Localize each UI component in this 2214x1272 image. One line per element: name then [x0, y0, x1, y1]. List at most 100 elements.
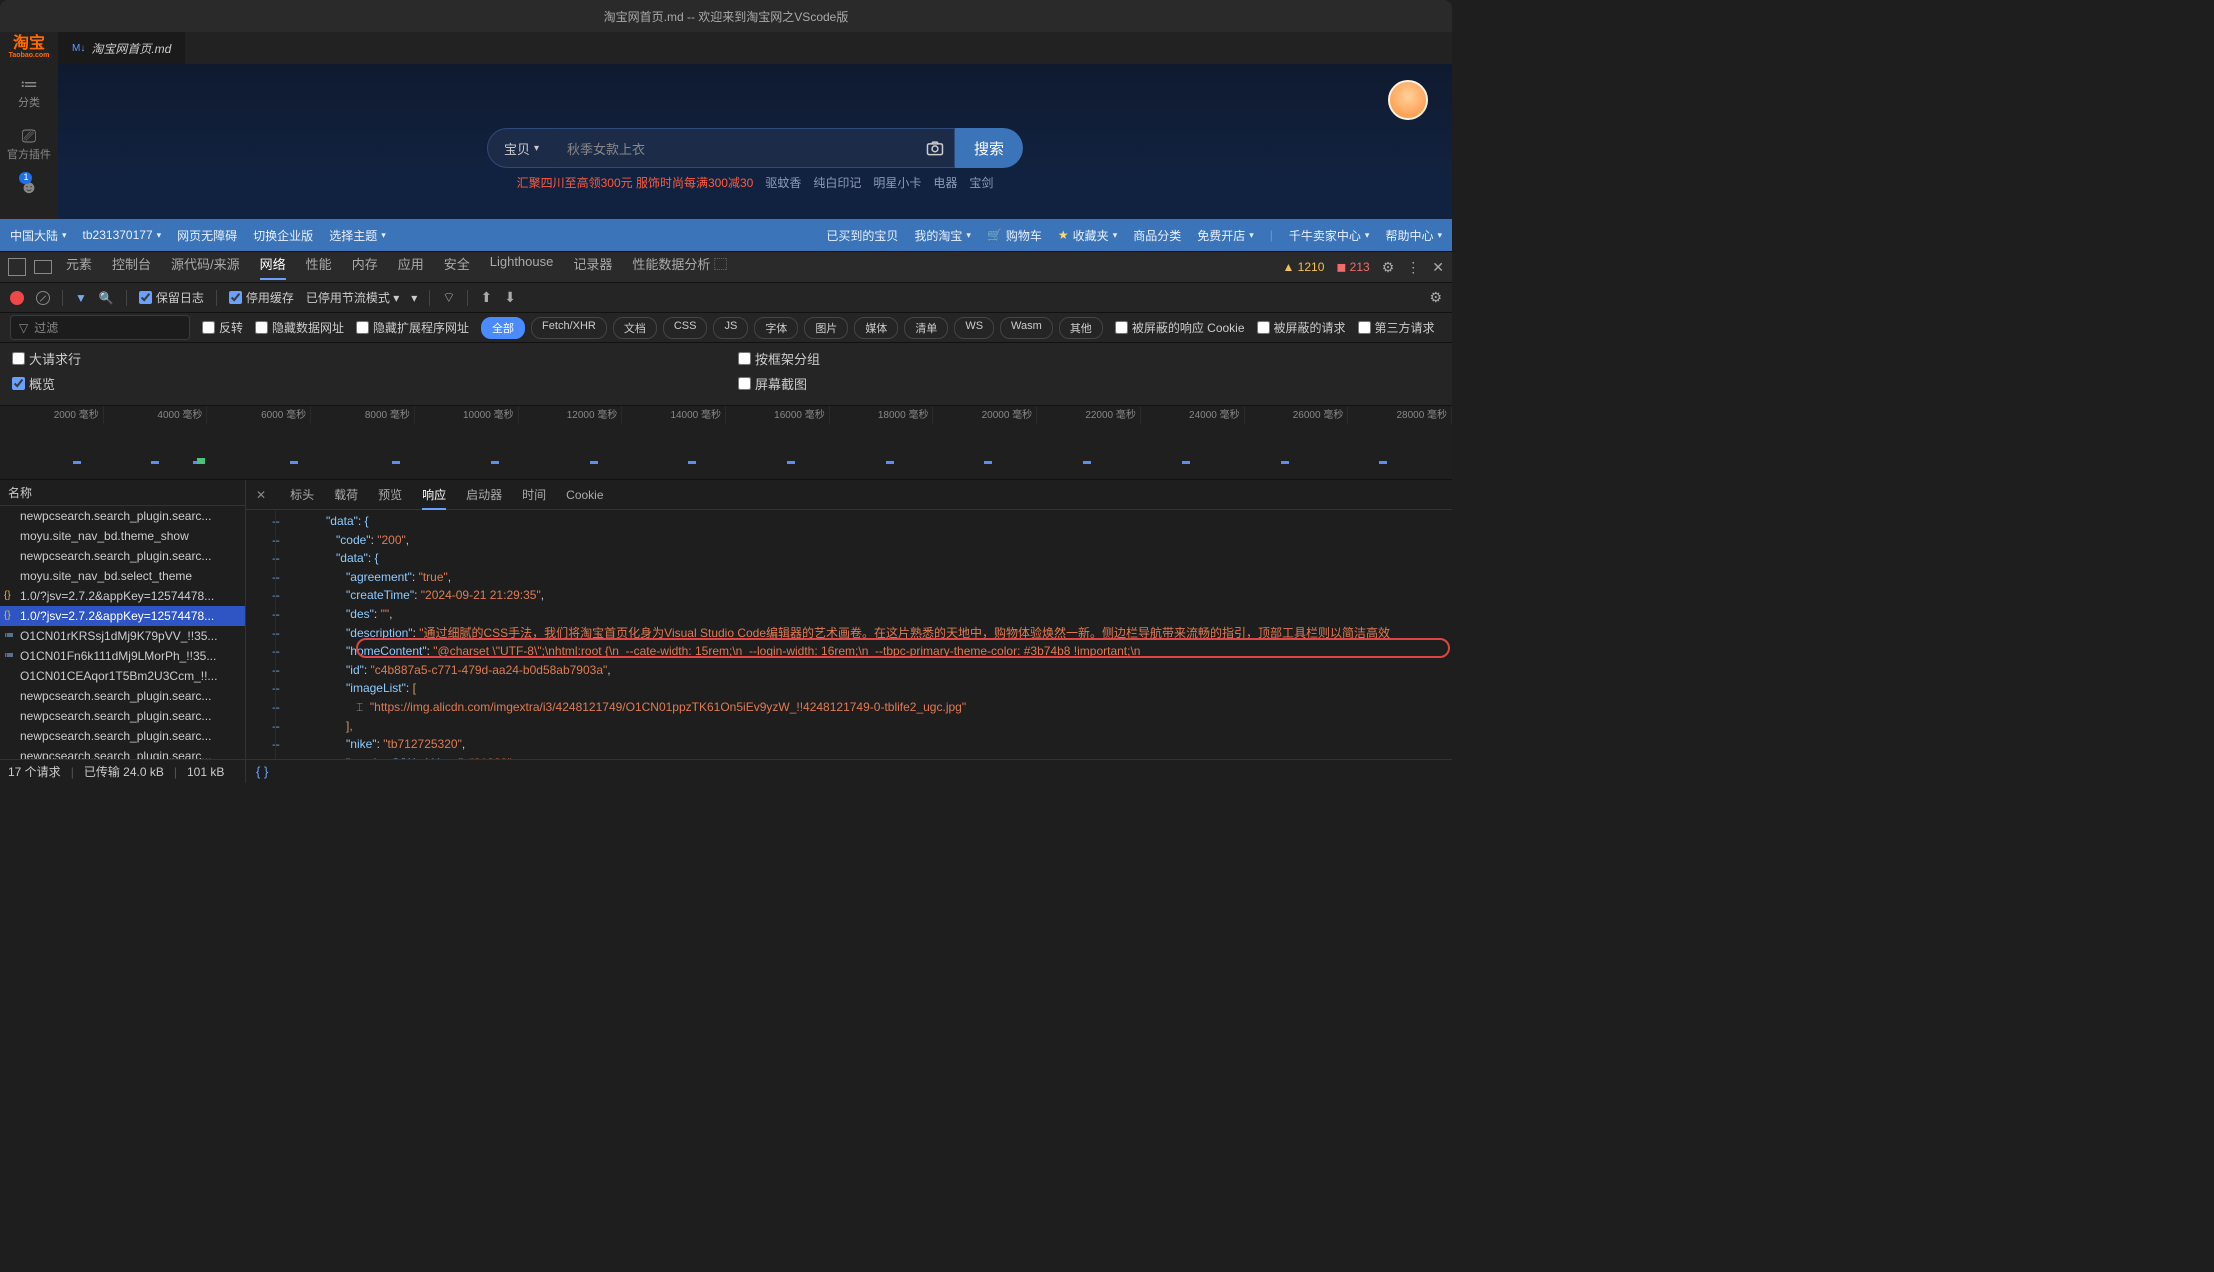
hide-data-urls-checkbox[interactable]: 隐藏数据网址	[255, 319, 344, 336]
record-icon[interactable]	[10, 291, 24, 305]
more-icon[interactable]: ⋮	[1406, 259, 1420, 276]
sidebar-item-category[interactable]: ≔ 分类	[18, 73, 40, 111]
sidebar-item-plugins[interactable]: ⎚ 官方插件	[7, 125, 51, 163]
blocked-cookie-checkbox[interactable]: 被屏蔽的响应 Cookie	[1115, 319, 1245, 336]
type-filter-字体[interactable]: 字体	[754, 317, 798, 339]
request-row[interactable]: newpcsearch.search_plugin.searc...	[0, 706, 245, 726]
request-row[interactable]: ≔O1CN01Fn6k111dMj9LMorPh_!!35...	[0, 646, 245, 666]
search-icon[interactable]: 🔍	[99, 291, 114, 305]
network-settings-icon[interactable]: ⚙	[1429, 289, 1442, 306]
nav-help[interactable]: 帮助中心▾	[1385, 227, 1442, 244]
editor-tab[interactable]: M↓ 淘宝网首页.md	[58, 32, 185, 64]
nav-region[interactable]: 中国大陆▾	[10, 227, 67, 244]
hot-keyword[interactable]: 电器	[933, 174, 957, 191]
devtools-tab-元素[interactable]: 元素	[66, 254, 92, 280]
request-row[interactable]: O1CN01CEAqor1T5Bm2U3Ccm_!!...	[0, 666, 245, 686]
nav-mytaobao[interactable]: 我的淘宝▾	[914, 227, 971, 244]
hot-keyword[interactable]: 明星小卡	[873, 174, 921, 191]
devtools-tab-记录器[interactable]: 记录器	[573, 254, 612, 280]
wifi-icon[interactable]: ⌔	[442, 289, 455, 307]
throttle-dropdown[interactable]: 已停用节流模式 ▾	[306, 289, 399, 306]
devtools-tab-性能[interactable]: 性能	[306, 254, 332, 280]
sidebar-item-account[interactable]: ☻	[20, 176, 39, 199]
nav-bought[interactable]: 已买到的宝贝	[826, 227, 898, 244]
user-avatar[interactable]	[1388, 80, 1428, 120]
request-row[interactable]: moyu.site_nav_bd.theme_show	[0, 526, 245, 546]
request-row[interactable]: ≔O1CN01rKRSsj1dMj9K79pVV_!!35...	[0, 626, 245, 646]
devtools-tab-控制台[interactable]: 控制台	[112, 254, 151, 280]
request-row[interactable]: {}1.0/?jsv=2.7.2&appKey=12574478...	[0, 586, 245, 606]
camera-search-icon[interactable]	[915, 128, 955, 168]
detail-tab-启动器[interactable]: 启动器	[466, 488, 502, 502]
devtools-tab-内存[interactable]: 内存	[352, 254, 378, 280]
request-row[interactable]: {}1.0/?jsv=2.7.2&appKey=12574478...	[0, 606, 245, 626]
detail-tab-响应[interactable]: 响应	[422, 488, 446, 510]
request-list[interactable]: newpcsearch.search_plugin.searc...moyu.s…	[0, 506, 245, 759]
hot-keyword[interactable]: 纯白印记	[813, 174, 861, 191]
devtools-tab-安全[interactable]: 安全	[444, 254, 470, 280]
nav-cart[interactable]: 🛒 购物车	[987, 227, 1042, 244]
filter-input[interactable]: ▽ 过滤	[10, 315, 190, 340]
screenshot-checkbox[interactable]: 屏幕截图	[738, 374, 1440, 393]
type-filter-Wasm[interactable]: Wasm	[1000, 317, 1053, 339]
network-timeline[interactable]: 2000 毫秒4000 毫秒6000 毫秒8000 毫秒10000 毫秒1200…	[0, 406, 1452, 480]
type-filter-WS[interactable]: WS	[954, 317, 994, 339]
type-filter-图片[interactable]: 图片	[804, 317, 848, 339]
search-button[interactable]: 搜索	[955, 128, 1023, 168]
type-filter-清单[interactable]: 清单	[904, 317, 948, 339]
blocked-req-checkbox[interactable]: 被屏蔽的请求	[1257, 319, 1346, 336]
request-row[interactable]: newpcsearch.search_plugin.searc...	[0, 506, 245, 526]
nav-accessibility[interactable]: 网页无障碍	[177, 227, 237, 244]
nav-seller[interactable]: 千牛卖家中心▾	[1289, 227, 1370, 244]
close-detail-icon[interactable]: ✕	[256, 488, 266, 502]
response-json-view[interactable]: – "data": {– "code": "200",– "data": {– …	[246, 510, 1452, 759]
devtools-tab-网络[interactable]: 网络	[260, 254, 286, 280]
warning-count[interactable]: ▲ 1210	[1282, 260, 1324, 274]
type-filter-媒体[interactable]: 媒体	[854, 317, 898, 339]
detail-tab-时间[interactable]: 时间	[522, 488, 546, 502]
request-row[interactable]: newpcsearch.search_plugin.searc...	[0, 746, 245, 759]
overview-checkbox[interactable]: 概览	[12, 374, 714, 393]
search-category-dropdown[interactable]: 宝贝 ▾	[487, 128, 555, 168]
large-rows-checkbox[interactable]: 大请求行	[12, 349, 714, 368]
type-filter-Fetch/XHR[interactable]: Fetch/XHR	[531, 317, 607, 339]
filter-icon[interactable]: ▼	[75, 291, 87, 305]
nav-categories[interactable]: 商品分类	[1133, 227, 1181, 244]
group-by-frame-checkbox[interactable]: 按框架分组	[738, 349, 1440, 368]
request-row[interactable]: newpcsearch.search_plugin.searc...	[0, 546, 245, 566]
hot-keyword[interactable]: 宝剑	[969, 174, 993, 191]
search-input[interactable]: 秋季女款上衣	[555, 128, 915, 168]
devtools-tab-性能数据分析[interactable]: 性能数据分析 ⬚	[632, 254, 727, 280]
device-toolbar-icon[interactable]	[34, 260, 52, 274]
nav-theme[interactable]: 选择主题▾	[329, 227, 386, 244]
third-party-checkbox[interactable]: 第三方请求	[1358, 319, 1435, 336]
inspect-element-icon[interactable]	[8, 258, 26, 276]
nav-favorites[interactable]: ★收藏夹▾	[1058, 227, 1117, 244]
devtools-tab-应用[interactable]: 应用	[398, 254, 424, 280]
detail-tab-载荷[interactable]: 载荷	[334, 488, 358, 502]
type-filter-文档[interactable]: 文档	[613, 317, 657, 339]
detail-tab-标头[interactable]: 标头	[290, 488, 314, 502]
request-row[interactable]: moyu.site_nav_bd.select_theme	[0, 566, 245, 586]
hot-promo[interactable]: 汇聚四川至高领300元 服饰时尚每满300减30	[517, 174, 754, 191]
invert-checkbox[interactable]: 反转	[202, 319, 243, 336]
download-icon[interactable]: ⬇	[504, 289, 516, 306]
settings-icon[interactable]: ⚙	[1382, 259, 1395, 276]
error-count[interactable]: ◼ 213	[1336, 260, 1369, 274]
nav-openstore[interactable]: 免费开店▾	[1197, 227, 1254, 244]
detail-tab-预览[interactable]: 预览	[378, 488, 402, 502]
close-devtools-icon[interactable]: ✕	[1432, 259, 1444, 276]
nav-user[interactable]: tb231370177▾	[83, 228, 162, 242]
disable-cache-checkbox[interactable]: 停用缓存	[229, 289, 294, 306]
type-filter-其他[interactable]: 其他	[1059, 317, 1103, 339]
clear-icon[interactable]	[36, 291, 50, 305]
detail-tab-Cookie[interactable]: Cookie	[566, 488, 603, 502]
devtools-tab-源代码/来源[interactable]: 源代码/来源	[171, 254, 240, 280]
type-filter-全部[interactable]: 全部	[481, 317, 525, 339]
nav-enterprise[interactable]: 切换企业版	[253, 227, 313, 244]
upload-icon[interactable]: ⬆	[480, 289, 492, 306]
hot-keyword[interactable]: 驱蚊香	[765, 174, 801, 191]
more-throttle-icon[interactable]: ▾	[411, 291, 417, 305]
request-row[interactable]: newpcsearch.search_plugin.searc...	[0, 686, 245, 706]
hide-ext-urls-checkbox[interactable]: 隐藏扩展程序网址	[356, 319, 469, 336]
